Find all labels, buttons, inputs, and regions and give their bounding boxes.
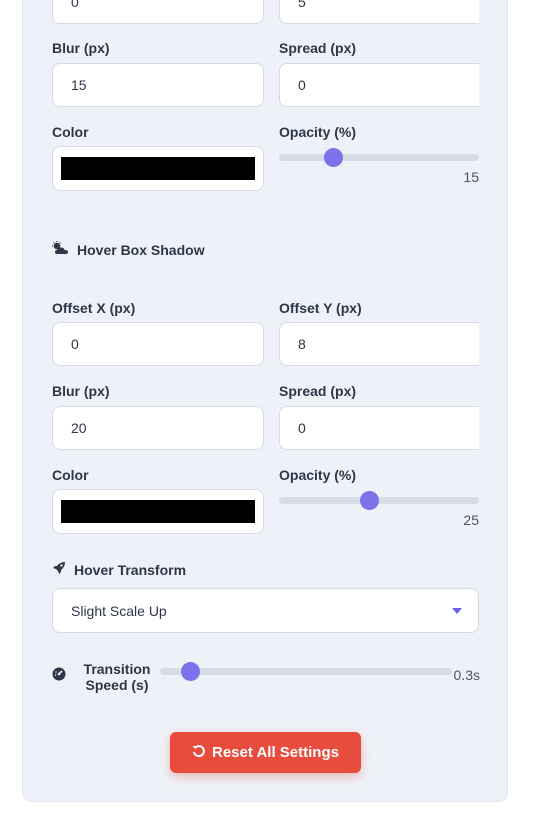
transition-label-line1: Transition — [83, 661, 151, 677]
undo-icon — [192, 744, 206, 762]
hover-offset-x-field[interactable]: 0 — [52, 322, 264, 366]
hover-color-label: Color — [52, 467, 89, 483]
rocket-icon — [52, 561, 66, 578]
color-label: Color — [52, 124, 89, 140]
hover-spread-value: 0 — [298, 420, 306, 436]
chevron-down-icon — [452, 608, 462, 614]
color-swatch — [61, 157, 255, 180]
gauge-icon — [52, 667, 66, 686]
hover-blur-value: 20 — [71, 420, 87, 436]
blur-field[interactable]: 15 — [52, 63, 264, 107]
transition-speed-label: Transition Speed (s) — [74, 661, 160, 693]
hover-offset-y-value: 8 — [298, 336, 306, 352]
hover-blur-field[interactable]: 20 — [52, 406, 264, 450]
hover-transform-title: Hover Transform — [52, 561, 186, 578]
hover-transform-select[interactable]: Slight Scale Up — [52, 588, 479, 633]
reset-button-label: Reset All Settings — [212, 744, 339, 761]
hover-box-shadow-title: Hover Box Shadow — [52, 241, 205, 259]
cloud-sun-icon — [52, 241, 69, 259]
hover-offset-x-label: Offset X (px) — [52, 300, 136, 316]
hover-transform-title-text: Hover Transform — [74, 561, 187, 578]
spread-value: 0 — [298, 77, 306, 93]
hover-spread-field[interactable]: 0 — [279, 406, 479, 450]
hover-opacity-label: Opacity (%) — [279, 467, 357, 483]
hover-spread-label: Spread (px) — [279, 383, 357, 399]
offset-x-field[interactable]: 0 — [52, 0, 264, 24]
blur-value: 15 — [71, 77, 87, 93]
transition-label-line2: Speed (s) — [85, 677, 149, 693]
hover-color-picker[interactable] — [52, 489, 264, 534]
hover-offset-x-value: 0 — [71, 336, 79, 352]
hover-box-shadow-title-text: Hover Box Shadow — [77, 242, 205, 258]
hover-offset-y-label: Offset Y (px) — [279, 300, 362, 316]
opacity-slider-thumb[interactable] — [324, 148, 344, 167]
hover-transform-selected: Slight Scale Up — [71, 602, 167, 619]
opacity-value: 15 — [463, 169, 479, 185]
color-picker[interactable] — [52, 146, 264, 191]
hover-opacity-value: 25 — [463, 512, 479, 528]
hover-offset-y-field[interactable]: 8 — [279, 322, 479, 366]
transition-speed-value: 0.3s — [453, 667, 480, 683]
offset-y-value: 5 — [298, 0, 306, 10]
offset-y-field[interactable]: 5 — [279, 0, 479, 24]
opacity-label: Opacity (%) — [279, 124, 357, 140]
spread-field[interactable]: 0 — [279, 63, 479, 107]
opacity-slider-track[interactable] — [279, 154, 479, 161]
offset-x-value: 0 — [71, 0, 79, 10]
transition-speed-track[interactable] — [160, 668, 452, 675]
hover-blur-label: Blur (px) — [52, 383, 110, 399]
blur-label: Blur (px) — [52, 40, 110, 56]
reset-all-settings-button[interactable]: Reset All Settings — [170, 732, 361, 773]
hover-color-swatch — [61, 500, 255, 523]
spread-label: Spread (px) — [279, 40, 357, 56]
